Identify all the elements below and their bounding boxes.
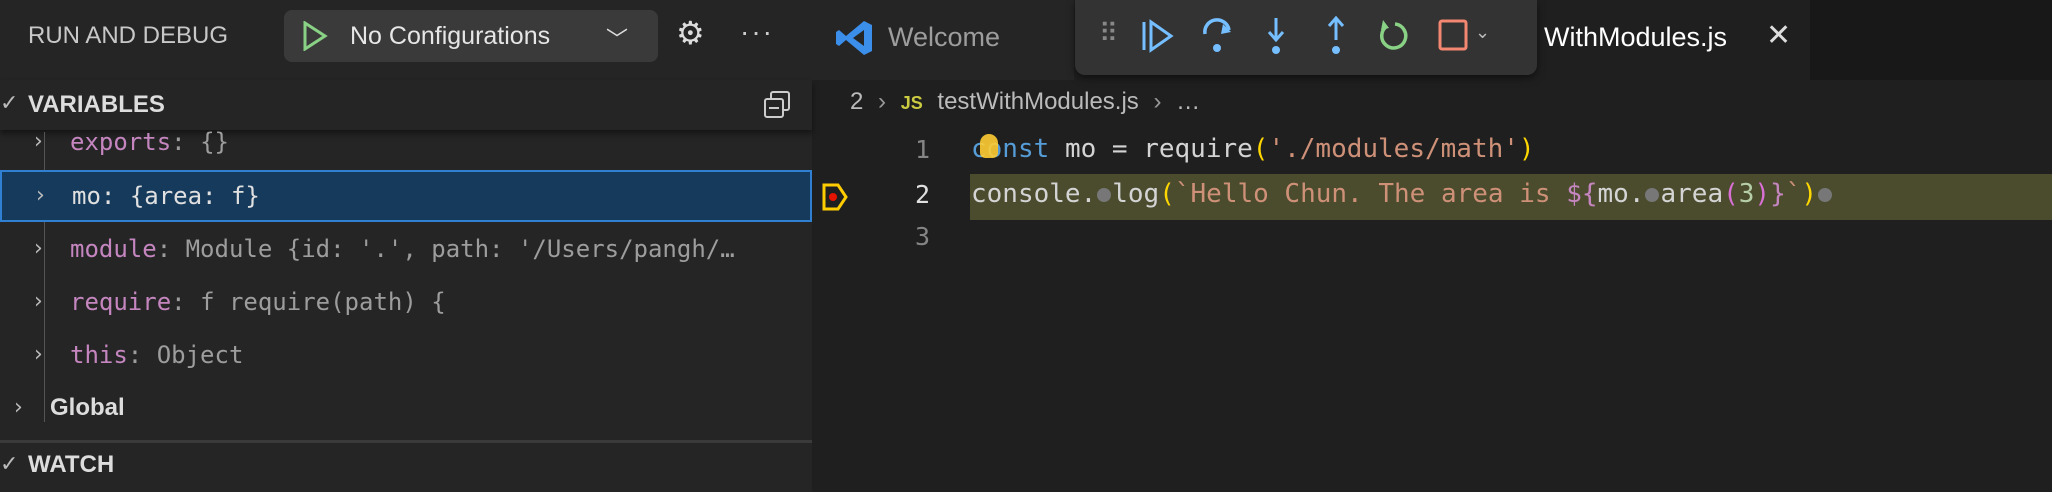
chevron-down-icon[interactable]: ⌄ <box>1475 22 1490 43</box>
variable-row-mo[interactable]: › mo: {area: f} <box>0 170 812 222</box>
chevron-down-icon: ✓ <box>0 451 19 476</box>
chevron-right-icon: › <box>878 88 887 115</box>
restart-icon[interactable] <box>1377 18 1413 54</box>
chevron-right-icon: › <box>1153 88 1162 115</box>
variable-row-require[interactable]: › require: f require(path) { <box>0 276 812 328</box>
inline-value-dot <box>1097 187 1112 202</box>
inline-value-dot <box>1645 187 1660 202</box>
debug-toolbar: ⠿ ⌄ <box>1075 0 1537 75</box>
variable-row-this[interactable]: › this: Object <box>0 329 812 381</box>
inline-value-dot <box>1818 187 1833 202</box>
tab-label: WithModules.js <box>1544 22 1728 52</box>
configuration-dropdown[interactable]: No Configurations ﹀ <box>284 10 658 62</box>
watch-header[interactable]: ✓ WATCH <box>0 448 812 488</box>
breadcrumb-symbol[interactable]: … <box>1176 88 1200 115</box>
js-file-icon: JS <box>900 93 923 113</box>
chevron-right-icon: › <box>36 183 45 208</box>
watch-label: WATCH <box>28 451 115 478</box>
scope-global[interactable]: › Global <box>0 382 812 434</box>
sidebar-title: RUN AND DEBUG <box>28 22 229 49</box>
chevron-right-icon: › <box>34 342 43 367</box>
variables-header[interactable]: ✓ VARIABLES <box>0 80 812 130</box>
debug-sidebar: RUN AND DEBUG No Configurations ﹀ ⚙ ··· … <box>0 0 812 492</box>
collapse-all-icon[interactable] <box>762 90 792 120</box>
breadcrumb-file[interactable]: testWithModules.js <box>937 88 1138 115</box>
variables-label: VARIABLES <box>28 91 165 118</box>
chevron-down-icon: ✓ <box>0 90 19 115</box>
code-line-2[interactable]: console. log(`Hello Chun. The area is ${m… <box>971 179 1833 209</box>
lightbulb-icon[interactable] <box>980 134 998 158</box>
line-number: 2 <box>914 180 930 209</box>
stop-icon[interactable] <box>1437 18 1469 52</box>
chevron-right-icon: › <box>34 289 43 314</box>
close-icon[interactable]: ✕ <box>1766 18 1791 53</box>
chevron-right-icon: › <box>34 236 43 261</box>
config-label: No Configurations <box>350 22 551 50</box>
line-number: 1 <box>914 135 930 164</box>
step-over-icon[interactable] <box>1199 16 1235 56</box>
vscode-logo-icon <box>836 21 872 55</box>
drag-handle-icon[interactable]: ⠿ <box>1099 18 1118 49</box>
breadcrumb-folder[interactable]: 2 <box>850 88 863 115</box>
tab-welcome[interactable]: Welcome <box>812 0 1074 80</box>
start-debug-icon[interactable] <box>302 21 328 51</box>
section-divider <box>0 440 812 443</box>
gear-icon[interactable]: ⚙ <box>676 14 705 52</box>
step-into-icon[interactable] <box>1261 16 1291 58</box>
code-line-1[interactable]: const mo = require('./modules/math') <box>971 134 1535 164</box>
breakpoint-current-icon[interactable] <box>822 182 848 212</box>
variable-row-exports[interactable]: › exports: {} <box>0 130 812 158</box>
chevron-down-icon: ﹀ <box>606 27 629 52</box>
breadcrumb: 2 › JS testWithModules.js › … <box>850 88 1200 116</box>
chevron-right-icon: › <box>34 130 43 154</box>
continue-icon[interactable] <box>1139 18 1175 54</box>
variable-row-module[interactable]: › module: Module {id: '.', path: '/Users… <box>0 223 812 275</box>
line-number: 3 <box>914 222 930 251</box>
more-icon[interactable]: ··· <box>740 16 774 48</box>
step-out-icon[interactable] <box>1321 16 1351 58</box>
chevron-right-icon: › <box>14 395 23 420</box>
